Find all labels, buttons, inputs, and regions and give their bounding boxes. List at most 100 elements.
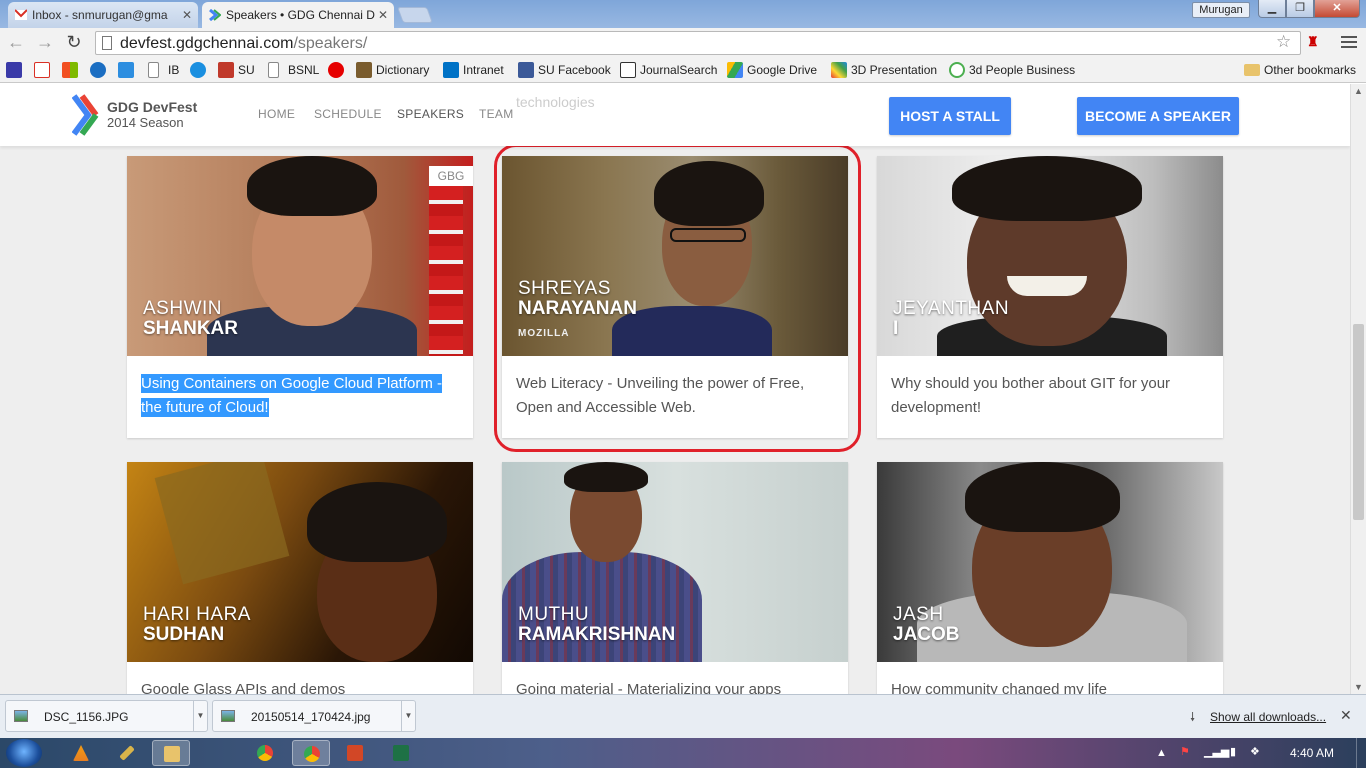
show-all-downloads-link[interactable]: Show all downloads... — [1210, 710, 1326, 724]
page-icon — [268, 62, 279, 78]
speaker-last-name: I — [893, 318, 899, 339]
bookmark-label: 3D Presentation — [851, 63, 938, 77]
close-tab-icon[interactable]: ✕ — [378, 8, 388, 22]
chrome-icon — [304, 746, 320, 762]
speaker-card[interactable]: JASH JACOB How community changed my life — [877, 462, 1223, 694]
vodafone-bookmark-icon[interactable] — [328, 62, 344, 78]
taskbar-chrome-active[interactable] — [292, 740, 330, 766]
nav-team[interactable]: TEAM — [479, 107, 514, 121]
signal-icon[interactable]: ▁▃▅ — [1204, 745, 1229, 758]
bookmark-label: IB — [168, 63, 180, 77]
bookmark-label: BSNL — [288, 63, 320, 77]
talk-title: Using Containers on Google Cloud Platfor… — [127, 356, 473, 438]
tool-icon — [119, 745, 135, 761]
logo-title[interactable]: GDG DevFest — [107, 99, 197, 115]
start-button[interactable] — [6, 739, 42, 767]
taskbar-tool[interactable] — [108, 740, 146, 766]
upload-bookmark-icon[interactable] — [190, 62, 206, 78]
download-filename: DSC_1156.JPG — [44, 710, 129, 724]
tab-title: Inbox - snmurugan@gma — [32, 8, 168, 22]
taskbar-powerpoint[interactable] — [336, 740, 374, 766]
speaker-last-name: JACOB — [893, 624, 960, 645]
bookmark-bsnl[interactable]: BSNL — [268, 62, 319, 78]
speaker-card[interactable]: MUTHU RAMAKRISHNAN Going material - Mate… — [502, 462, 848, 694]
bookmark-google-drive[interactable]: Google Drive — [727, 62, 817, 78]
show-desktop-button[interactable] — [1356, 738, 1366, 768]
dropbox-tray-icon[interactable]: ❖ — [1250, 745, 1260, 758]
network-icon[interactable]: ⚑ — [1180, 745, 1190, 758]
gdg-logo-icon[interactable] — [72, 94, 100, 136]
bookmark-label: Other bookmarks — [1264, 63, 1357, 77]
other-bookmarks[interactable]: Other bookmarks — [1244, 62, 1356, 78]
page-viewport: GBG ASHWIN SHANKAR Using Containers on G… — [0, 84, 1350, 694]
taskbar-excel[interactable] — [382, 740, 420, 766]
profile-button[interactable]: Murugan — [1192, 2, 1250, 18]
battery-icon[interactable]: ▮ — [1230, 745, 1236, 758]
new-tab-button[interactable] — [397, 7, 433, 23]
back-arrow-icon[interactable]: ← — [6, 32, 26, 52]
address-bar[interactable]: devfest.gdgchennai.com/speakers/ — [95, 31, 1301, 55]
download-item[interactable]: 20150514_170424.jpg ▼ — [212, 700, 416, 732]
logo-subtitle: 2014 Season — [107, 115, 184, 130]
speaker-photo: JEYANTHAN I — [877, 156, 1223, 356]
talk-title: Google Glass APIs and demos — [141, 681, 346, 694]
scroll-up-icon[interactable]: ▲ — [1354, 86, 1363, 96]
bookmark-su[interactable]: SU — [218, 62, 255, 78]
image-file-icon — [221, 710, 235, 722]
bookmark-3d-presentation[interactable]: 3D Presentation — [831, 62, 937, 78]
become-speaker-button[interactable]: BECOME A SPEAKER — [1077, 97, 1239, 135]
chrome-menu-icon[interactable] — [1341, 36, 1357, 50]
dropbox-bookmark-icon[interactable] — [118, 62, 134, 78]
close-window-button[interactable]: ✕ — [1314, 0, 1360, 18]
bookmark-3d-people-business[interactable]: 3d People Business — [949, 62, 1075, 78]
gbg-badge: GBG — [429, 166, 473, 186]
download-arrow-icon: 🠗 — [1190, 710, 1196, 724]
tab-speakers[interactable]: Speakers • GDG Chennai D ✕ — [202, 2, 394, 28]
chrome-icon — [257, 745, 273, 761]
forward-arrow-icon[interactable]: → — [35, 32, 55, 52]
extension-icon[interactable]: ♜ — [1307, 34, 1327, 50]
3d-people-icon — [949, 62, 965, 78]
powerpoint-icon — [347, 745, 363, 761]
minimize-button[interactable]: ▁ — [1258, 0, 1286, 18]
bookmark-journalsearch[interactable]: JournalSearch — [620, 62, 717, 78]
host-stall-button[interactable]: HOST A STALL — [889, 97, 1011, 135]
page-scrollbar[interactable]: ▲ ▼ — [1350, 84, 1366, 694]
bookmarks-bar: IB SU BSNL Dictionary Intranet SU Facebo… — [0, 58, 1366, 83]
taskbar-vlc[interactable] — [62, 740, 100, 766]
speaker-card[interactable]: HARI HARA SUDHAN Google Glass APIs and d… — [127, 462, 473, 694]
mail-bookmark-icon[interactable] — [6, 62, 22, 78]
download-menu-arrow-icon[interactable]: ▼ — [401, 701, 415, 731]
reload-icon[interactable]: ↻ — [64, 32, 84, 52]
bookmark-dictionary[interactable]: Dictionary — [356, 62, 429, 78]
scroll-down-icon[interactable]: ▼ — [1354, 682, 1363, 692]
speaker-card[interactable]: JEYANTHAN I Why should you bother about … — [877, 156, 1223, 438]
onedrive-bookmark-icon[interactable] — [90, 62, 106, 78]
scrollbar-thumb[interactable] — [1353, 324, 1364, 520]
speaker-first-name: JEYANTHAN — [893, 298, 1010, 319]
speaker-card[interactable]: GBG ASHWIN SHANKAR Using Containers on G… — [127, 156, 473, 438]
download-item[interactable]: DSC_1156.JPG ▼ — [5, 700, 208, 732]
gmail-bookmark-icon[interactable] — [34, 62, 50, 78]
taskbar-explorer[interactable] — [152, 740, 190, 766]
windows-bookmark-icon[interactable] — [62, 62, 78, 78]
tray-expand-icon[interactable]: ▲ — [1156, 747, 1167, 759]
bookmark-ib[interactable]: IB — [148, 62, 179, 78]
close-download-shelf-icon[interactable]: ✕ — [1340, 707, 1352, 724]
maximize-button[interactable]: ❐ — [1286, 0, 1314, 18]
nav-speakers[interactable]: SPEAKERS — [397, 107, 464, 121]
taskbar-clock[interactable]: 4:40 AM — [1290, 746, 1334, 760]
close-tab-icon[interactable]: ✕ — [182, 8, 192, 22]
outlook-icon — [443, 62, 459, 78]
bookmark-su-facebook[interactable]: SU Facebook — [518, 62, 611, 78]
download-filename: 20150514_170424.jpg — [251, 710, 371, 724]
tab-inbox[interactable]: Inbox - snmurugan@gma ✕ — [8, 2, 198, 28]
nav-schedule[interactable]: SCHEDULE — [314, 107, 382, 121]
selected-text: Using Containers on Google Cloud Platfor… — [141, 374, 442, 417]
download-menu-arrow-icon[interactable]: ▼ — [193, 701, 207, 731]
bookmark-star-icon[interactable]: ☆ — [1276, 32, 1291, 52]
taskbar-chrome-app[interactable] — [246, 740, 284, 766]
bookmark-intranet[interactable]: Intranet — [443, 62, 504, 78]
nav-home[interactable]: HOME — [258, 107, 295, 121]
speaker-photo: MUTHU RAMAKRISHNAN — [502, 462, 848, 662]
